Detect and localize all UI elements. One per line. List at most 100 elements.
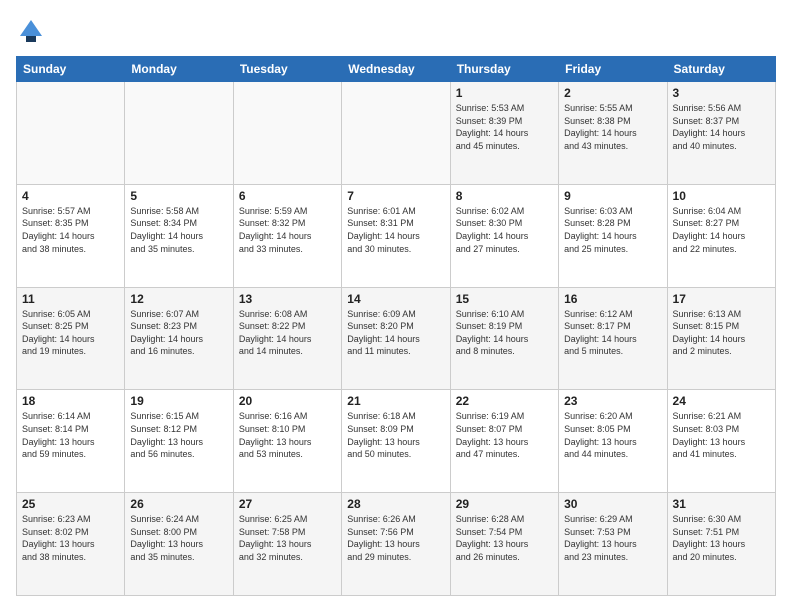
logo-icon <box>16 16 46 46</box>
day-number: 27 <box>239 497 336 511</box>
day-number: 15 <box>456 292 553 306</box>
day-number: 12 <box>130 292 227 306</box>
col-header-monday: Monday <box>125 57 233 82</box>
day-info: Sunrise: 6:03 AM Sunset: 8:28 PM Dayligh… <box>564 205 661 255</box>
calendar-cell <box>125 82 233 185</box>
calendar-cell: 21 Sunrise: 6:18 AM Sunset: 8:09 PM Dayli… <box>342 390 450 493</box>
day-info: Sunrise: 6:04 AM Sunset: 8:27 PM Dayligh… <box>673 205 770 255</box>
day-info: Sunrise: 6:10 AM Sunset: 8:19 PM Dayligh… <box>456 308 553 358</box>
col-header-saturday: Saturday <box>667 57 775 82</box>
calendar-cell: 28 Sunrise: 6:26 AM Sunset: 7:56 PM Dayli… <box>342 493 450 596</box>
day-number: 19 <box>130 394 227 408</box>
day-number: 20 <box>239 394 336 408</box>
day-info: Sunrise: 5:59 AM Sunset: 8:32 PM Dayligh… <box>239 205 336 255</box>
calendar-cell: 26 Sunrise: 6:24 AM Sunset: 8:00 PM Dayli… <box>125 493 233 596</box>
calendar-cell: 16 Sunrise: 6:12 AM Sunset: 8:17 PM Dayli… <box>559 287 667 390</box>
col-header-tuesday: Tuesday <box>233 57 341 82</box>
day-info: Sunrise: 6:16 AM Sunset: 8:10 PM Dayligh… <box>239 410 336 460</box>
day-number: 23 <box>564 394 661 408</box>
calendar-cell: 27 Sunrise: 6:25 AM Sunset: 7:58 PM Dayli… <box>233 493 341 596</box>
col-header-wednesday: Wednesday <box>342 57 450 82</box>
day-number: 14 <box>347 292 444 306</box>
calendar-cell: 4 Sunrise: 5:57 AM Sunset: 8:35 PM Daylig… <box>17 184 125 287</box>
day-info: Sunrise: 5:57 AM Sunset: 8:35 PM Dayligh… <box>22 205 119 255</box>
calendar-cell <box>17 82 125 185</box>
calendar-cell: 30 Sunrise: 6:29 AM Sunset: 7:53 PM Dayli… <box>559 493 667 596</box>
day-info: Sunrise: 6:13 AM Sunset: 8:15 PM Dayligh… <box>673 308 770 358</box>
calendar-cell: 6 Sunrise: 5:59 AM Sunset: 8:32 PM Daylig… <box>233 184 341 287</box>
day-info: Sunrise: 6:24 AM Sunset: 8:00 PM Dayligh… <box>130 513 227 563</box>
day-info: Sunrise: 6:28 AM Sunset: 7:54 PM Dayligh… <box>456 513 553 563</box>
day-number: 10 <box>673 189 770 203</box>
day-info: Sunrise: 6:23 AM Sunset: 8:02 PM Dayligh… <box>22 513 119 563</box>
day-info: Sunrise: 6:25 AM Sunset: 7:58 PM Dayligh… <box>239 513 336 563</box>
day-info: Sunrise: 6:01 AM Sunset: 8:31 PM Dayligh… <box>347 205 444 255</box>
day-info: Sunrise: 6:18 AM Sunset: 8:09 PM Dayligh… <box>347 410 444 460</box>
day-number: 2 <box>564 86 661 100</box>
calendar-cell: 5 Sunrise: 5:58 AM Sunset: 8:34 PM Daylig… <box>125 184 233 287</box>
day-number: 6 <box>239 189 336 203</box>
day-number: 11 <box>22 292 119 306</box>
day-number: 30 <box>564 497 661 511</box>
day-info: Sunrise: 6:07 AM Sunset: 8:23 PM Dayligh… <box>130 308 227 358</box>
day-info: Sunrise: 6:02 AM Sunset: 8:30 PM Dayligh… <box>456 205 553 255</box>
col-header-friday: Friday <box>559 57 667 82</box>
day-number: 8 <box>456 189 553 203</box>
calendar-week-4: 18Sunrise: 6:14 AM Sunset: 8:14 PM Dayli… <box>17 390 776 493</box>
day-number: 24 <box>673 394 770 408</box>
day-number: 28 <box>347 497 444 511</box>
day-number: 17 <box>673 292 770 306</box>
day-info: Sunrise: 6:14 AM Sunset: 8:14 PM Dayligh… <box>22 410 119 460</box>
calendar: SundayMondayTuesdayWednesdayThursdayFrid… <box>16 56 776 596</box>
day-info: Sunrise: 6:30 AM Sunset: 7:51 PM Dayligh… <box>673 513 770 563</box>
day-info: Sunrise: 6:29 AM Sunset: 7:53 PM Dayligh… <box>564 513 661 563</box>
day-info: Sunrise: 6:09 AM Sunset: 8:20 PM Dayligh… <box>347 308 444 358</box>
col-header-sunday: Sunday <box>17 57 125 82</box>
calendar-cell <box>233 82 341 185</box>
day-number: 31 <box>673 497 770 511</box>
calendar-cell: 29 Sunrise: 6:28 AM Sunset: 7:54 PM Dayli… <box>450 493 558 596</box>
day-info: Sunrise: 6:12 AM Sunset: 8:17 PM Dayligh… <box>564 308 661 358</box>
calendar-cell: 22Sunrise: 6:19 AM Sunset: 8:07 PM Dayli… <box>450 390 558 493</box>
day-number: 4 <box>22 189 119 203</box>
day-info: Sunrise: 6:26 AM Sunset: 7:56 PM Dayligh… <box>347 513 444 563</box>
day-info: Sunrise: 5:55 AM Sunset: 8:38 PM Dayligh… <box>564 102 661 152</box>
header <box>16 16 776 46</box>
day-number: 26 <box>130 497 227 511</box>
day-info: Sunrise: 5:53 AM Sunset: 8:39 PM Dayligh… <box>456 102 553 152</box>
calendar-cell: 23 Sunrise: 6:20 AM Sunset: 8:05 PM Dayli… <box>559 390 667 493</box>
day-info: Sunrise: 6:20 AM Sunset: 8:05 PM Dayligh… <box>564 410 661 460</box>
calendar-week-1: 1 Sunrise: 5:53 AM Sunset: 8:39 PM Daylig… <box>17 82 776 185</box>
day-number: 21 <box>347 394 444 408</box>
calendar-header-row: SundayMondayTuesdayWednesdayThursdayFrid… <box>17 57 776 82</box>
calendar-cell: 8 Sunrise: 6:02 AM Sunset: 8:30 PM Daylig… <box>450 184 558 287</box>
calendar-cell: 14 Sunrise: 6:09 AM Sunset: 8:20 PM Dayli… <box>342 287 450 390</box>
calendar-cell: 18Sunrise: 6:14 AM Sunset: 8:14 PM Dayli… <box>17 390 125 493</box>
day-info: Sunrise: 6:08 AM Sunset: 8:22 PM Dayligh… <box>239 308 336 358</box>
calendar-week-3: 11 Sunrise: 6:05 AM Sunset: 8:25 PM Dayli… <box>17 287 776 390</box>
day-info: Sunrise: 6:05 AM Sunset: 8:25 PM Dayligh… <box>22 308 119 358</box>
day-number: 29 <box>456 497 553 511</box>
calendar-cell: 20 Sunrise: 6:16 AM Sunset: 8:10 PM Dayli… <box>233 390 341 493</box>
calendar-cell: 1 Sunrise: 5:53 AM Sunset: 8:39 PM Daylig… <box>450 82 558 185</box>
day-number: 3 <box>673 86 770 100</box>
day-number: 13 <box>239 292 336 306</box>
calendar-cell: 25Sunrise: 6:23 AM Sunset: 8:02 PM Dayli… <box>17 493 125 596</box>
day-info: Sunrise: 5:58 AM Sunset: 8:34 PM Dayligh… <box>130 205 227 255</box>
day-number: 16 <box>564 292 661 306</box>
day-number: 1 <box>456 86 553 100</box>
day-number: 5 <box>130 189 227 203</box>
calendar-cell: 13 Sunrise: 6:08 AM Sunset: 8:22 PM Dayli… <box>233 287 341 390</box>
day-info: Sunrise: 6:15 AM Sunset: 8:12 PM Dayligh… <box>130 410 227 460</box>
calendar-week-5: 25Sunrise: 6:23 AM Sunset: 8:02 PM Dayli… <box>17 493 776 596</box>
calendar-cell: 7Sunrise: 6:01 AM Sunset: 8:31 PM Daylig… <box>342 184 450 287</box>
day-info: Sunrise: 6:19 AM Sunset: 8:07 PM Dayligh… <box>456 410 553 460</box>
calendar-cell: 31 Sunrise: 6:30 AM Sunset: 7:51 PM Dayli… <box>667 493 775 596</box>
calendar-cell: 2 Sunrise: 5:55 AM Sunset: 8:38 PM Daylig… <box>559 82 667 185</box>
calendar-cell: 12 Sunrise: 6:07 AM Sunset: 8:23 PM Dayli… <box>125 287 233 390</box>
page: SundayMondayTuesdayWednesdayThursdayFrid… <box>0 0 792 612</box>
calendar-week-2: 4 Sunrise: 5:57 AM Sunset: 8:35 PM Daylig… <box>17 184 776 287</box>
calendar-cell: 11 Sunrise: 6:05 AM Sunset: 8:25 PM Dayli… <box>17 287 125 390</box>
logo <box>16 16 50 46</box>
day-info: Sunrise: 6:21 AM Sunset: 8:03 PM Dayligh… <box>673 410 770 460</box>
